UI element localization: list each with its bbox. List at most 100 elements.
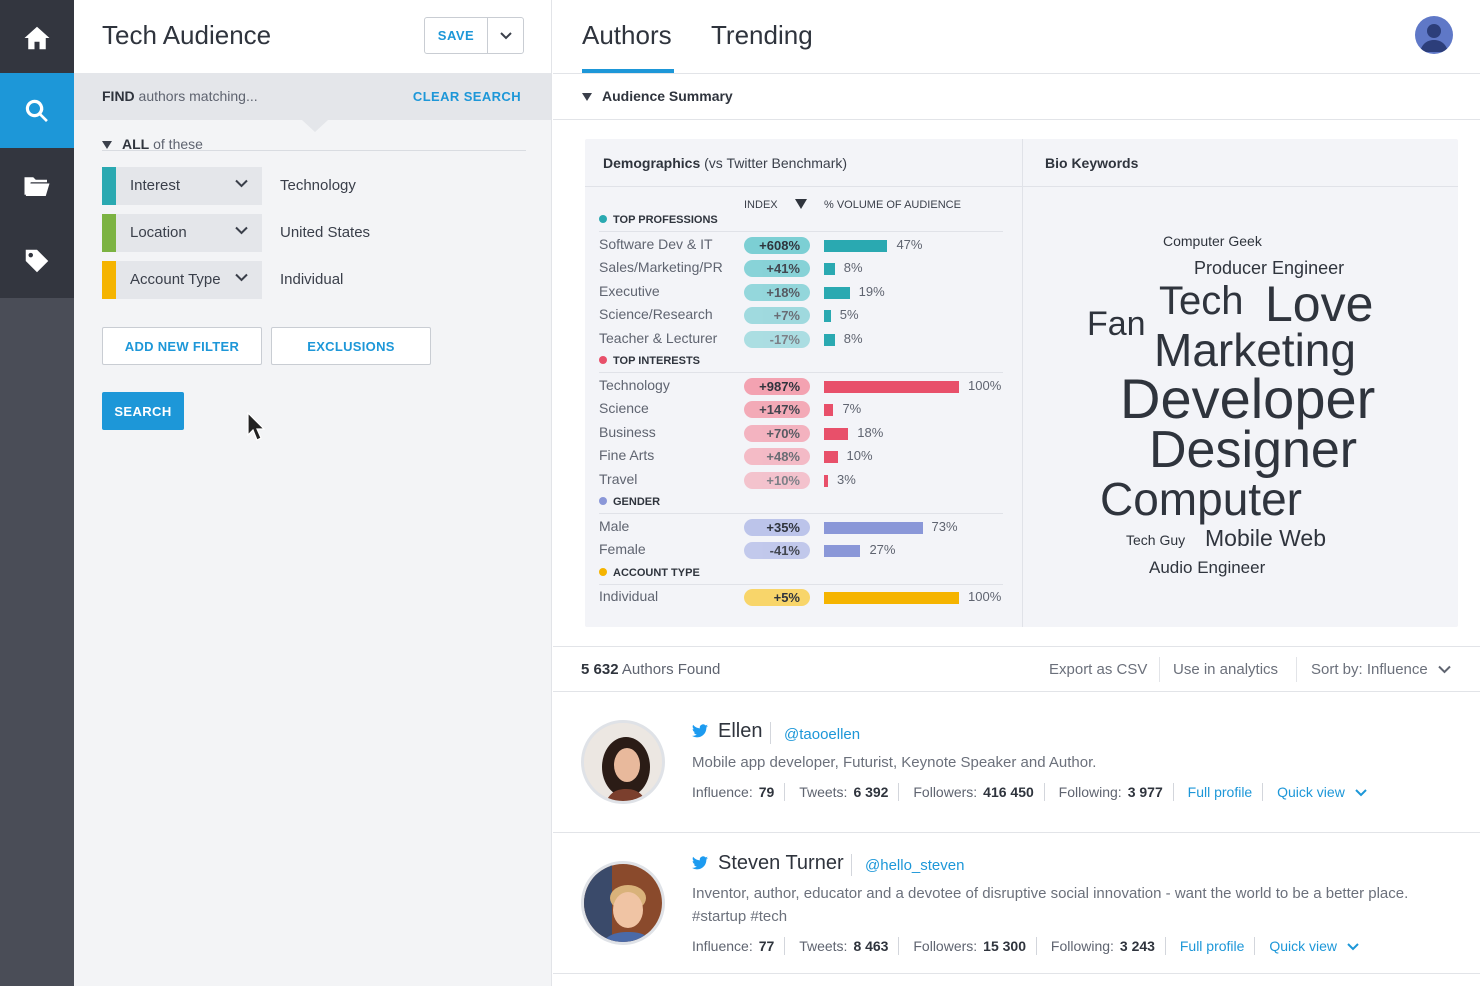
volume-percent: 18% xyxy=(857,424,884,440)
results-toolbar: 5 632 Authors Found Export as CSV Use in… xyxy=(553,646,1480,692)
filter-location-value[interactable]: United States xyxy=(280,224,370,241)
audience-summary-label: Audience Summary xyxy=(602,88,733,104)
keyword[interactable]: Tech Guy xyxy=(1126,532,1185,548)
index-pill: +5% xyxy=(744,589,810,606)
save-options-button[interactable] xyxy=(488,18,523,53)
collapse-triangle-icon xyxy=(102,141,112,150)
main-area: Authors Trending Audience Summary Demogr… xyxy=(553,0,1480,986)
index-pill: +48% xyxy=(744,448,810,465)
volume-percent: 8% xyxy=(843,260,863,275)
volume-bar xyxy=(824,521,923,534)
sort-triangle-icon[interactable] xyxy=(795,199,807,209)
chevron-down-icon xyxy=(1438,665,1451,674)
index-column-header[interactable]: INDEX xyxy=(744,199,778,211)
tag-nav-button[interactable] xyxy=(0,223,74,298)
keyword[interactable]: Computer Geek xyxy=(1163,233,1262,249)
chevron-down-icon xyxy=(1354,789,1367,797)
keyword[interactable]: Fan xyxy=(1087,305,1146,344)
full-profile-link[interactable]: Full profile xyxy=(1188,784,1253,800)
all-of-these-toggle[interactable]: ALL of these xyxy=(102,136,526,152)
search-button[interactable]: SEARCH xyxy=(102,392,184,430)
filter-interest-value[interactable]: Technology xyxy=(280,177,356,194)
quick-view-toggle[interactable]: Quick view xyxy=(1269,938,1359,954)
index-pill: +10% xyxy=(744,471,810,489)
author-name[interactable]: Steven Turner xyxy=(718,852,844,875)
volume-bar xyxy=(824,380,959,393)
find-bar: FIND authors matching... CLEAR SEARCH xyxy=(74,73,551,132)
filter-account-type-value[interactable]: Individual xyxy=(280,271,343,288)
section-header: GENDER xyxy=(599,496,1003,514)
filter-location-select[interactable]: Location xyxy=(102,214,262,252)
twitter-icon xyxy=(692,856,708,870)
sort-by-dropdown[interactable]: Sort by: Influence xyxy=(1311,661,1451,678)
index-pill: +70% xyxy=(744,424,810,442)
all-label: ALL xyxy=(122,136,150,152)
audience-summary-toggle[interactable]: Audience Summary xyxy=(553,74,1480,120)
folder-nav-button[interactable] xyxy=(0,148,74,223)
volume-bar xyxy=(824,427,849,440)
search-nav-button[interactable] xyxy=(0,73,74,148)
volume-bar xyxy=(824,474,829,487)
exclusions-button[interactable]: EXCLUSIONS xyxy=(271,327,431,365)
section-dot-icon xyxy=(599,567,607,576)
demographic-label: Executive xyxy=(599,282,660,299)
demographic-label: Travel xyxy=(599,470,638,487)
demographic-label: Teacher & Lecturer xyxy=(599,329,718,346)
filter-account-type-select[interactable]: Account Type xyxy=(102,261,262,299)
keyword[interactable]: Tech xyxy=(1159,279,1244,324)
clear-search-link[interactable]: CLEAR SEARCH xyxy=(413,89,521,104)
volume-percent: 73% xyxy=(931,518,958,534)
home-nav-button[interactable] xyxy=(0,0,74,75)
volume-percent: 100% xyxy=(968,377,1002,393)
name-divider xyxy=(851,854,852,876)
volume-bar xyxy=(824,592,959,604)
chevron-down-icon xyxy=(1347,943,1359,951)
author-bio: Mobile app developer, Futurist, Keynote … xyxy=(692,754,1097,771)
index-pill: -41% xyxy=(744,542,810,559)
full-profile-link[interactable]: Full profile xyxy=(1180,938,1245,954)
author-photo[interactable] xyxy=(581,861,665,945)
demographic-label: Sales/Marketing/PR xyxy=(599,259,723,275)
keyword[interactable]: Designer xyxy=(1149,420,1357,480)
volume-bar xyxy=(824,404,834,416)
author-photo[interactable] xyxy=(581,720,665,804)
user-icon xyxy=(1420,24,1448,52)
toolbar-divider xyxy=(1159,657,1160,682)
author-handle[interactable]: @taooellen xyxy=(784,726,860,743)
user-avatar[interactable] xyxy=(1415,16,1453,54)
demographic-label: Business xyxy=(599,423,656,440)
save-button[interactable]: SAVE xyxy=(425,18,488,53)
author-handle[interactable]: @hello_steven xyxy=(865,857,964,874)
volume-bar xyxy=(824,263,835,275)
active-tab-indicator xyxy=(582,69,674,73)
index-pill: +7% xyxy=(744,307,810,324)
demographic-label: Female xyxy=(599,541,646,557)
index-pill: +35% xyxy=(744,518,810,536)
tab-trending[interactable]: Trending xyxy=(711,20,813,51)
tab-authors[interactable]: Authors xyxy=(582,20,672,51)
section-dot-icon xyxy=(599,215,607,223)
quick-view-toggle[interactable]: Quick view xyxy=(1277,784,1367,800)
export-csv-link[interactable]: Export as CSV xyxy=(1049,661,1147,678)
add-new-filter-button[interactable]: ADD NEW FILTER xyxy=(102,327,262,365)
section-dot-icon xyxy=(599,497,607,505)
index-pill: +18% xyxy=(744,283,810,301)
volume-percent: 100% xyxy=(968,589,1002,604)
audience-summary-card: Demographics (vs Twitter Benchmark) Bio … xyxy=(585,139,1458,627)
keyword[interactable]: Audio Engineer xyxy=(1149,558,1265,578)
name-divider xyxy=(770,722,771,744)
author-name[interactable]: Ellen xyxy=(718,720,762,743)
use-in-analytics-link[interactable]: Use in analytics xyxy=(1173,661,1278,678)
keyword[interactable]: Mobile Web xyxy=(1205,525,1326,552)
panel-title: Tech Audience xyxy=(102,20,272,50)
volume-bar xyxy=(824,451,838,463)
author-row: Ellen @taooellen Mobile app developer, F… xyxy=(553,692,1480,833)
demographic-label: Fine Arts xyxy=(599,447,655,463)
filter-interest-select[interactable]: Interest xyxy=(102,167,262,205)
keyword[interactable]: Computer xyxy=(1100,472,1302,526)
icon-rail xyxy=(0,0,74,986)
panel-header: Tech Audience SAVE xyxy=(74,0,551,73)
volume-percent: 7% xyxy=(842,401,862,416)
mouse-cursor-icon xyxy=(247,412,265,441)
demographic-label: Male xyxy=(599,517,630,534)
